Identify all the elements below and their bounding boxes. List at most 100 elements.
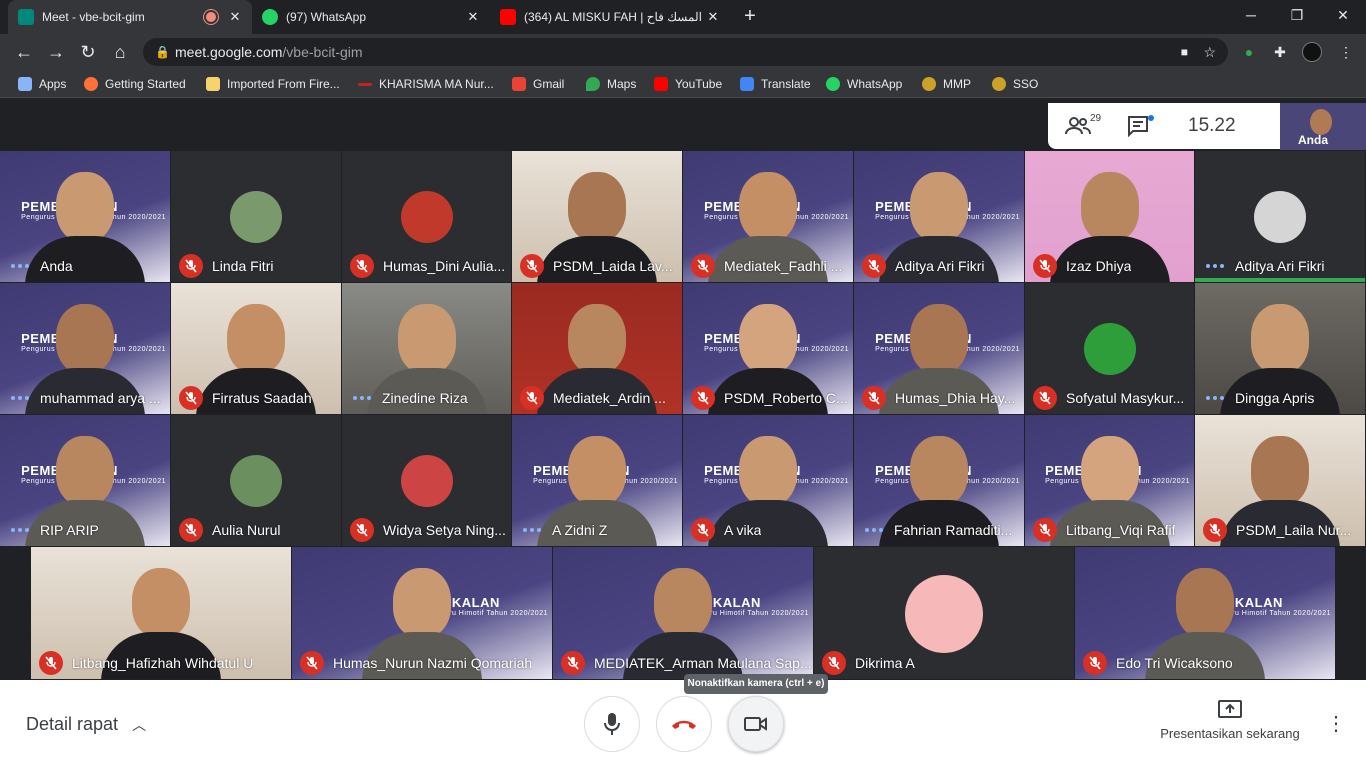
- participant-name: muhammad arya ...: [40, 390, 161, 406]
- kharisma-icon: [358, 82, 372, 86]
- whatsapp-icon: [826, 77, 840, 91]
- participant-tile[interactable]: PEMBEKALANPengurus Baru Himotif Tahun 20…: [0, 415, 170, 546]
- lock-icon: 🔒: [155, 45, 170, 59]
- audio-level-icon: [350, 386, 374, 410]
- participant-tile[interactable]: Widya Setya Ning...: [342, 415, 511, 546]
- meeting-details-label: Detail rapat: [26, 714, 119, 734]
- participants-count: 29: [1090, 113, 1102, 124]
- self-view[interactable]: Anda: [1280, 103, 1366, 150]
- participant-tile[interactable]: Linda Fitri: [171, 151, 341, 282]
- bookmark-label: WhatsApp: [847, 77, 903, 91]
- bookmark-maps[interactable]: Maps: [586, 76, 636, 92]
- participant-namebar: Mediatek_Fadhli ...: [683, 250, 853, 282]
- mic-off-icon: [691, 254, 715, 278]
- participant-name: MEDIATEK_Arman Maulana Sap...: [594, 655, 812, 671]
- participant-tile[interactable]: PEMBEKALANPengurus Baru Himotif Tahun 20…: [854, 283, 1024, 414]
- tab-meet[interactable]: Meet - vbe-bcit-gim ✕: [8, 0, 252, 34]
- participant-tile[interactable]: PSDM_Laila Nur...: [1195, 415, 1365, 546]
- participant-tile[interactable]: PEMBEKALANPengurus Baru Himotif Tahun 20…: [683, 151, 853, 282]
- camera-button[interactable]: [728, 696, 784, 752]
- participant-tile[interactable]: Litbang_Hafizhah Wihdatul U: [31, 547, 291, 679]
- more-options-icon[interactable]: ⋮: [1326, 710, 1346, 738]
- participant-tile[interactable]: Aulia Nurul: [171, 415, 341, 546]
- participant-tile[interactable]: Dingga Apris: [1195, 283, 1365, 414]
- mic-off-icon: [1083, 651, 1107, 675]
- mic-off-icon: [300, 651, 324, 675]
- maximize-button[interactable]: ❐: [1274, 0, 1320, 30]
- url-host: meet.google.com: [175, 44, 283, 60]
- menu-icon[interactable]: ⋮: [1336, 42, 1356, 62]
- bookmark-apps[interactable]: Apps: [18, 76, 66, 92]
- participant-namebar: Humas_Nurun Nazmi Qomariah: [292, 647, 552, 679]
- participant-tile[interactable]: Mediatek_Ardin ...: [512, 283, 682, 414]
- reload-icon[interactable]: ↻: [76, 40, 100, 64]
- participant-tile[interactable]: PEMBEKALANPengurus Baru Himotif Tahun 20…: [0, 151, 170, 282]
- extension-icon[interactable]: ●: [1239, 42, 1259, 62]
- participant-tile[interactable]: PEMBEKALANPengurus Baru Himotif Tahun 20…: [1025, 415, 1194, 546]
- participant-tile[interactable]: PEMBEKALANPengurus Baru Himotif Tahun 20…: [683, 415, 853, 546]
- close-tab-icon[interactable]: ✕: [228, 9, 242, 25]
- participant-namebar: Litbang_Hafizhah Wihdatul U: [31, 647, 291, 679]
- participant-namebar: Dikrima A: [814, 647, 1074, 679]
- bookmark-translate[interactable]: Translate: [740, 76, 811, 92]
- camera-icon[interactable]: ■: [1181, 38, 1188, 66]
- participant-tile[interactable]: Dikrima A: [814, 547, 1074, 679]
- meeting-details-button[interactable]: Detail rapat ︿: [26, 714, 146, 735]
- puzzle-icon[interactable]: ✚: [1270, 42, 1290, 62]
- participant-tile[interactable]: Aditya Ari Fikri: [1195, 151, 1365, 282]
- participant-tile[interactable]: PEMBEKALANPengurus Baru Himotif Tahun 20…: [512, 415, 682, 546]
- present-screen-icon: [1218, 700, 1242, 718]
- participant-tile[interactable]: PEMBEKALANPengurus Baru Himotif Tahun 20…: [854, 415, 1024, 546]
- tab-youtube[interactable]: (364) AL MISKU FAH | المسك فاح ✕: [490, 0, 730, 34]
- participant-tile[interactable]: PEMBEKALANPengurus Baru Himotif Tahun 20…: [1075, 547, 1335, 679]
- bookmark-sso[interactable]: SSO: [992, 76, 1038, 92]
- close-tab-icon[interactable]: ✕: [466, 9, 480, 25]
- minimize-button[interactable]: ─: [1228, 0, 1274, 30]
- participant-tile[interactable]: Zinedine Riza: [342, 283, 511, 414]
- participant-tile[interactable]: PEMBEKALANPengurus Baru Himotif Tahun 20…: [553, 547, 813, 679]
- home-icon[interactable]: ⌂: [108, 40, 132, 64]
- leave-call-button[interactable]: [656, 696, 712, 752]
- tab-strip: Meet - vbe-bcit-gim ✕ (97) WhatsApp ✕ (3…: [0, 0, 1366, 34]
- whatsapp-icon: [262, 9, 278, 25]
- bookmark-getting-started[interactable]: Getting Started: [84, 76, 186, 92]
- star-icon[interactable]: ☆: [1203, 38, 1216, 66]
- bookmark-whatsapp[interactable]: WhatsApp: [826, 76, 902, 92]
- forward-icon[interactable]: →: [44, 40, 68, 64]
- bookmark-label: YouTube: [675, 77, 723, 91]
- address-bar[interactable]: 🔒 meet.google.com/vbe-bcit-gim ■ ☆: [143, 38, 1228, 66]
- bookmark-gmail[interactable]: Gmail: [512, 76, 564, 92]
- meet-stage: 29 15.22 Anda PEMBEKALANPengurus Baru Hi…: [0, 98, 1366, 680]
- close-tab-icon[interactable]: ✕: [706, 9, 720, 25]
- participant-name: Litbang_Hafizhah Wihdatul U: [72, 655, 254, 671]
- mic-off-icon: [179, 386, 203, 410]
- bookmark-kharisma[interactable]: KHARISMA MA Nur...: [358, 76, 494, 92]
- bookmark-youtube[interactable]: YouTube: [654, 76, 722, 92]
- bookmark-mmp[interactable]: MMP: [922, 76, 971, 92]
- participant-tile[interactable]: PSDM_Laida Lav...: [512, 151, 682, 282]
- back-icon[interactable]: ←: [12, 40, 36, 64]
- participant-tile[interactable]: PEMBEKALANPengurus Baru Himotif Tahun 20…: [0, 283, 170, 414]
- participant-tile[interactable]: PEMBEKALANPengurus Baru Himotif Tahun 20…: [683, 283, 853, 414]
- participant-name: Dingga Apris: [1235, 390, 1315, 406]
- participant-tile[interactable]: Firratus Saadah: [171, 283, 341, 414]
- present-now-button[interactable]: Presentasikan sekarang: [1150, 700, 1310, 741]
- bookmark-imported[interactable]: Imported From Fire...: [206, 76, 340, 92]
- participant-tile[interactable]: PEMBEKALANPengurus Baru Himotif Tahun 20…: [292, 547, 552, 679]
- participant-tile[interactable]: Sofyatul Masykur...: [1025, 283, 1194, 414]
- participant-namebar: Litbang_Viqi Rafif: [1025, 514, 1194, 546]
- participant-tile[interactable]: PEMBEKALANPengurus Baru Himotif Tahun 20…: [854, 151, 1024, 282]
- participants-button[interactable]: 29: [1048, 103, 1108, 149]
- participant-tile[interactable]: Izaz Dhiya: [1025, 151, 1194, 282]
- audio-level-icon: [8, 254, 32, 278]
- audio-level-icon: [520, 518, 544, 542]
- tab-whatsapp[interactable]: (97) WhatsApp ✕: [252, 0, 490, 34]
- profile-avatar[interactable]: [1302, 42, 1322, 62]
- chat-button[interactable]: [1108, 103, 1168, 149]
- new-tab-button[interactable]: +: [737, 5, 763, 29]
- microphone-button[interactable]: [584, 696, 640, 752]
- participant-name: Dikrima A: [855, 655, 915, 671]
- participant-tile[interactable]: Humas_Dini Aulia...: [342, 151, 511, 282]
- close-window-button[interactable]: ✕: [1320, 0, 1366, 30]
- participant-namebar: Aditya Ari Fikri: [854, 250, 1024, 282]
